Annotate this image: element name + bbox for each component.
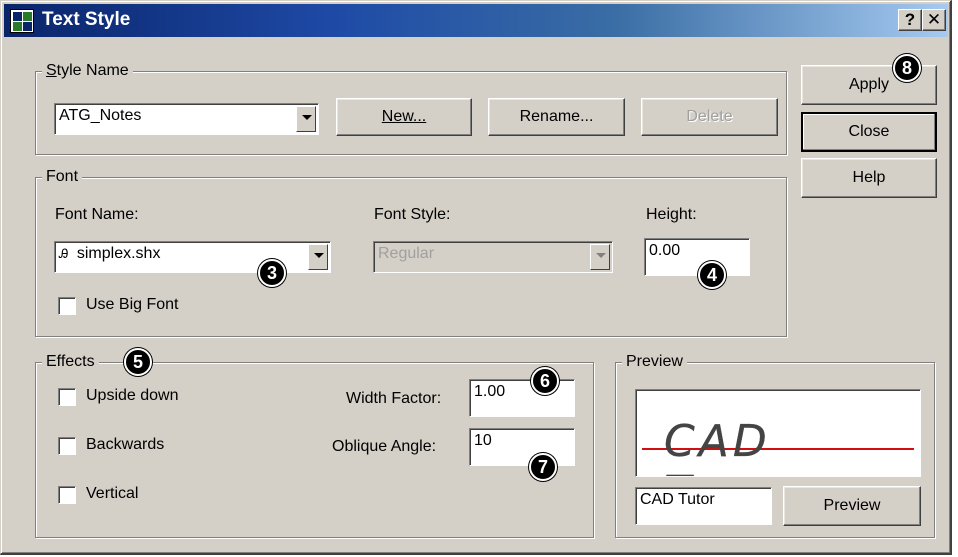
help-button[interactable]: Help	[801, 158, 937, 198]
style-name-value: ATG_Notes	[59, 107, 142, 124]
upside-down-checkbox[interactable]	[58, 388, 76, 406]
context-help-button[interactable]: ?	[898, 9, 922, 31]
chevron-down-icon[interactable]	[590, 244, 610, 270]
oblique-angle-label: Oblique Angle:	[332, 438, 437, 455]
close-window-button[interactable]: ✕	[922, 9, 946, 31]
oblique-angle-input[interactable]: 10	[469, 428, 575, 466]
width-factor-label: Width Factor:	[346, 390, 442, 407]
height-value: 0.00	[649, 242, 681, 259]
backwards-checkbox[interactable]	[58, 437, 76, 455]
new-style-button-label: New...	[381, 108, 427, 125]
font-style-dropdown[interactable]: Regular	[373, 241, 613, 273]
app-icon	[10, 9, 34, 33]
upside-down-label[interactable]: Upside down	[86, 387, 179, 405]
close-button-label: Close	[848, 123, 890, 140]
rename-style-button-label: Rename...	[519, 108, 594, 125]
callout-badge-6: 6	[531, 367, 559, 395]
close-button[interactable]: Close	[801, 112, 937, 152]
vertical-checkbox[interactable]	[58, 486, 76, 504]
use-big-font-checkbox[interactable]	[58, 297, 76, 315]
vertical-label[interactable]: Vertical	[86, 485, 138, 503]
help-button-label: Help	[852, 169, 886, 186]
chevron-down-icon[interactable]	[296, 106, 316, 132]
preview-button[interactable]: Preview	[783, 486, 921, 526]
style-name-dropdown[interactable]: ATG_Notes	[54, 103, 319, 135]
width-factor-input[interactable]: 1.00	[469, 379, 575, 417]
font-name-dropdown[interactable]: Ꭿ simplex.shx	[54, 241, 331, 273]
callout-badge-7: 7	[529, 453, 557, 481]
preview-button-label: Preview	[823, 497, 881, 514]
effects-group-label: Effects	[42, 352, 99, 372]
font-style-label: Font Style:	[374, 206, 451, 223]
preview-text-input[interactable]: CAD Tutor	[635, 487, 772, 525]
text-style-dialog: Text Style ? ✕ Style Name ATG_Notes New.…	[0, 0, 952, 555]
width-factor-value: 1.00	[474, 383, 506, 400]
oblique-angle-value: 10	[474, 432, 492, 449]
callout-badge-8: 8	[893, 54, 921, 82]
rename-style-button[interactable]: Rename...	[488, 98, 625, 136]
preview-pane: CAD Tutor	[635, 389, 921, 477]
callout-badge-3: 3	[258, 259, 286, 287]
font-style-value: Regular	[378, 245, 435, 262]
preview-group-label: Preview	[622, 352, 687, 372]
preview-rendered-text: CAD Tutor	[664, 416, 793, 476]
backwards-label[interactable]: Backwards	[86, 436, 164, 454]
font-type-icon: Ꭿ	[59, 246, 69, 261]
height-input[interactable]: 0.00	[644, 238, 750, 276]
font-group-label: Font	[42, 167, 83, 187]
height-label: Height:	[646, 206, 697, 223]
delete-style-button[interactable]: Delete	[641, 98, 778, 136]
apply-button-label: Apply	[848, 76, 890, 93]
callout-badge-4: 4	[698, 261, 726, 289]
delete-style-button-label: Delete	[686, 108, 733, 125]
callout-badge-5: 5	[124, 348, 152, 376]
style-name-group-label: Style Name	[42, 61, 133, 81]
title-bar[interactable]: Text Style ? ✕	[4, 4, 948, 37]
font-name-value: simplex.shx	[76, 245, 161, 262]
use-big-font-label[interactable]: Use Big Font	[86, 296, 178, 314]
preview-text-value: CAD Tutor	[640, 491, 715, 508]
font-name-label: Font Name:	[55, 206, 139, 223]
window-title: Text Style	[42, 9, 131, 30]
new-style-button[interactable]: New...	[336, 98, 472, 136]
chevron-down-icon[interactable]	[308, 244, 328, 270]
